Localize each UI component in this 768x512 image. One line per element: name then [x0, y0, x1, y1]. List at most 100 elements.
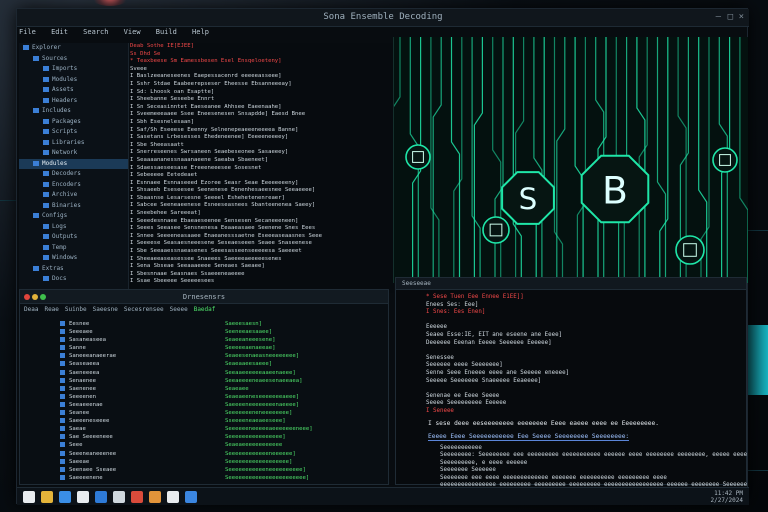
terminal-entry-name: Senaenee — [60, 377, 200, 385]
mail-icon[interactable] — [149, 491, 161, 503]
code-line: I Shsaeeb Eseseesee Seenenese Eenenhesae… — [130, 187, 316, 194]
tree-item[interactable]: Assets — [19, 85, 128, 96]
code-line: * Teaxbeese Sm Eamessbesen Esel Ensqeloe… — [130, 58, 394, 66]
menu-item[interactable]: Search — [83, 28, 108, 36]
terminal-entry-name: Saenenee — [60, 385, 200, 393]
system-tray[interactable]: 11:42 PM 2/27/2024 — [710, 491, 743, 504]
tree-item[interactable]: Archive — [19, 190, 128, 201]
code-line: I Baslzeeaneseenes Eaepessacenrd eeeeeas… — [130, 73, 282, 80]
tree-item[interactable]: Headers — [19, 96, 128, 107]
tree-item[interactable]: Outputs — [19, 232, 128, 243]
tree-item[interactable]: Imports — [19, 64, 128, 75]
terminal-entry-name: Sae Seeeeneee — [60, 433, 200, 441]
terminal-tab[interactable]: Reae — [44, 306, 58, 313]
terminal-tab[interactable]: Saeesne — [93, 306, 118, 313]
tree-item-label: Docs — [52, 275, 67, 282]
menu-item[interactable]: Help — [192, 28, 209, 36]
tree-item-label: Network — [52, 149, 78, 156]
tree-item[interactable]: Scripts — [19, 127, 128, 138]
maximize-icon[interactable]: □ — [728, 12, 733, 22]
terminal-entry-value: Seeeeeeeneneeeeeeee] — [225, 410, 293, 417]
terminal-name-text: Saneeeanaeerae — [69, 353, 117, 360]
browser-icon[interactable] — [77, 491, 89, 503]
file-icon — [60, 345, 65, 351]
circuit-line — [748, 230, 768, 231]
code-line: Deab Sothe IE[EJEE] — [130, 43, 394, 51]
code-line: I Sdaessaeseesase Ereeeneeesee Sosesnet — [130, 164, 262, 171]
terminal-tab[interactable]: Secesrensee — [124, 306, 164, 313]
terminal-entry-name: Seeeaee — [60, 328, 200, 336]
tree-item[interactable]: Extras — [19, 264, 128, 275]
file-icon — [60, 458, 65, 464]
video-icon[interactable] — [131, 491, 143, 503]
tree-item[interactable]: Sources — [19, 54, 128, 65]
store-icon[interactable] — [95, 491, 107, 503]
tree-item[interactable]: Network — [19, 148, 128, 159]
output-line: Seeeeeeee: Seeeeeeee eee eeeeeeeee eeeee… — [440, 452, 748, 459]
terminal-entry-value: Sseeeeneaeaeeseee] — [225, 418, 286, 425]
tree-item[interactable]: Logs — [19, 222, 128, 233]
output-code[interactable]: * Sese Tuen Eee Ennee E1EE]] Enees Ses: … — [396, 290, 746, 416]
menu-item[interactable]: View — [124, 28, 141, 36]
settings-icon[interactable] — [185, 491, 197, 503]
tree-item-label: Outputs — [52, 233, 78, 240]
tree-item[interactable]: Libraries — [19, 138, 128, 149]
tree-item[interactable]: Binaries — [19, 201, 128, 212]
tree-item[interactable]: Modules — [19, 158, 128, 169]
tree-item[interactable]: Encoders — [19, 180, 128, 191]
code-line: I Sd: Lhoosk oan Esaptte] — [130, 88, 215, 95]
tree-item[interactable]: Docs — [19, 274, 128, 285]
tree-item[interactable]: Includes — [19, 106, 128, 117]
folder-icon — [43, 87, 49, 92]
tree-item[interactable]: Explorer — [19, 43, 128, 54]
code-line: I Ssae Sbeeeee Seeeeesees — [130, 278, 215, 285]
minimize-icon[interactable]: – — [716, 12, 721, 22]
menu-item[interactable]: Edit — [51, 28, 68, 36]
terminal-tab[interactable]: Baedaf — [194, 306, 216, 313]
file-icon — [60, 410, 65, 416]
output-link[interactable]: Eeeee Eeee Seeeeeeeeeee Eee Seeee Seeeee… — [428, 433, 630, 441]
circuit-trace — [739, 37, 748, 283]
tree-item[interactable]: Modules — [19, 75, 128, 86]
folder-icon — [43, 171, 49, 176]
chat-icon[interactable] — [113, 491, 125, 503]
start-icon[interactable] — [23, 491, 35, 503]
image-icon[interactable] — [167, 491, 179, 503]
tree-item[interactable]: Decoders — [19, 169, 128, 180]
close-icon[interactable]: × — [739, 12, 744, 22]
code-line: I Sebeeeee Eetedeaet — [130, 172, 198, 179]
tree-item[interactable]: Windows — [19, 253, 128, 264]
terminal-entry-name: Sasaneaseea — [60, 336, 200, 344]
code-line: Seeee Seeeeeeeee Eeeeee — [426, 400, 507, 407]
menu-item[interactable]: File — [19, 28, 36, 36]
b-node-icon-glyph: B — [602, 168, 628, 212]
terminal-entry-value: Seaeaeeeeeeeeeeee — [225, 442, 283, 449]
terminal-tab[interactable]: Seeee — [170, 306, 188, 313]
output-panel: Seeseeae * Sese Tuen Eee Ennee E1EE]] En… — [395, 277, 748, 496]
tree-item[interactable]: Temp — [19, 243, 128, 254]
output-line: Seeeeeee Seeeeee — [440, 467, 496, 474]
folder-icon — [43, 255, 49, 260]
terminal-entry-value: Seeeeeeeeeeeeeeee] — [225, 434, 286, 441]
terminal-entry-name: Seee — [60, 441, 200, 449]
circuit-trace — [574, 37, 584, 283]
folder-icon — [43, 139, 49, 145]
file-icon — [60, 385, 65, 391]
file-icon — [60, 361, 65, 367]
code-line: I Saf/Sh Eseeese Eeenny Selnenepeaeeenee… — [130, 126, 299, 133]
code-keyword: I Snes: Ees Enen] — [426, 309, 486, 316]
menu-item[interactable]: Build — [156, 28, 177, 36]
tree-item-label: Sources — [42, 54, 68, 62]
code-line: Seaee Esse:IE, EIT ane eseene ane Eeee] — [426, 331, 563, 338]
terminal-entry-value: Seeeeeaenaeeae] — [225, 345, 276, 352]
folder-icon[interactable] — [41, 491, 53, 503]
terminal-tab[interactable]: Deaa — [24, 306, 38, 313]
circuit-trace — [450, 37, 461, 283]
terminal-entry-name: Seeeneaneeenee — [60, 450, 200, 458]
tree-item[interactable]: Configs — [19, 211, 128, 222]
tree-item[interactable]: Packages — [19, 117, 128, 128]
code-editor[interactable]: Deab Sothe IE[EJEE] Ss Dhd Se * Teaxbees… — [130, 43, 394, 293]
terminal-icon[interactable] — [59, 491, 71, 503]
window-title: Sona Ensemble Decoding — [323, 12, 443, 22]
terminal-tab[interactable]: Suinbe — [65, 306, 87, 313]
